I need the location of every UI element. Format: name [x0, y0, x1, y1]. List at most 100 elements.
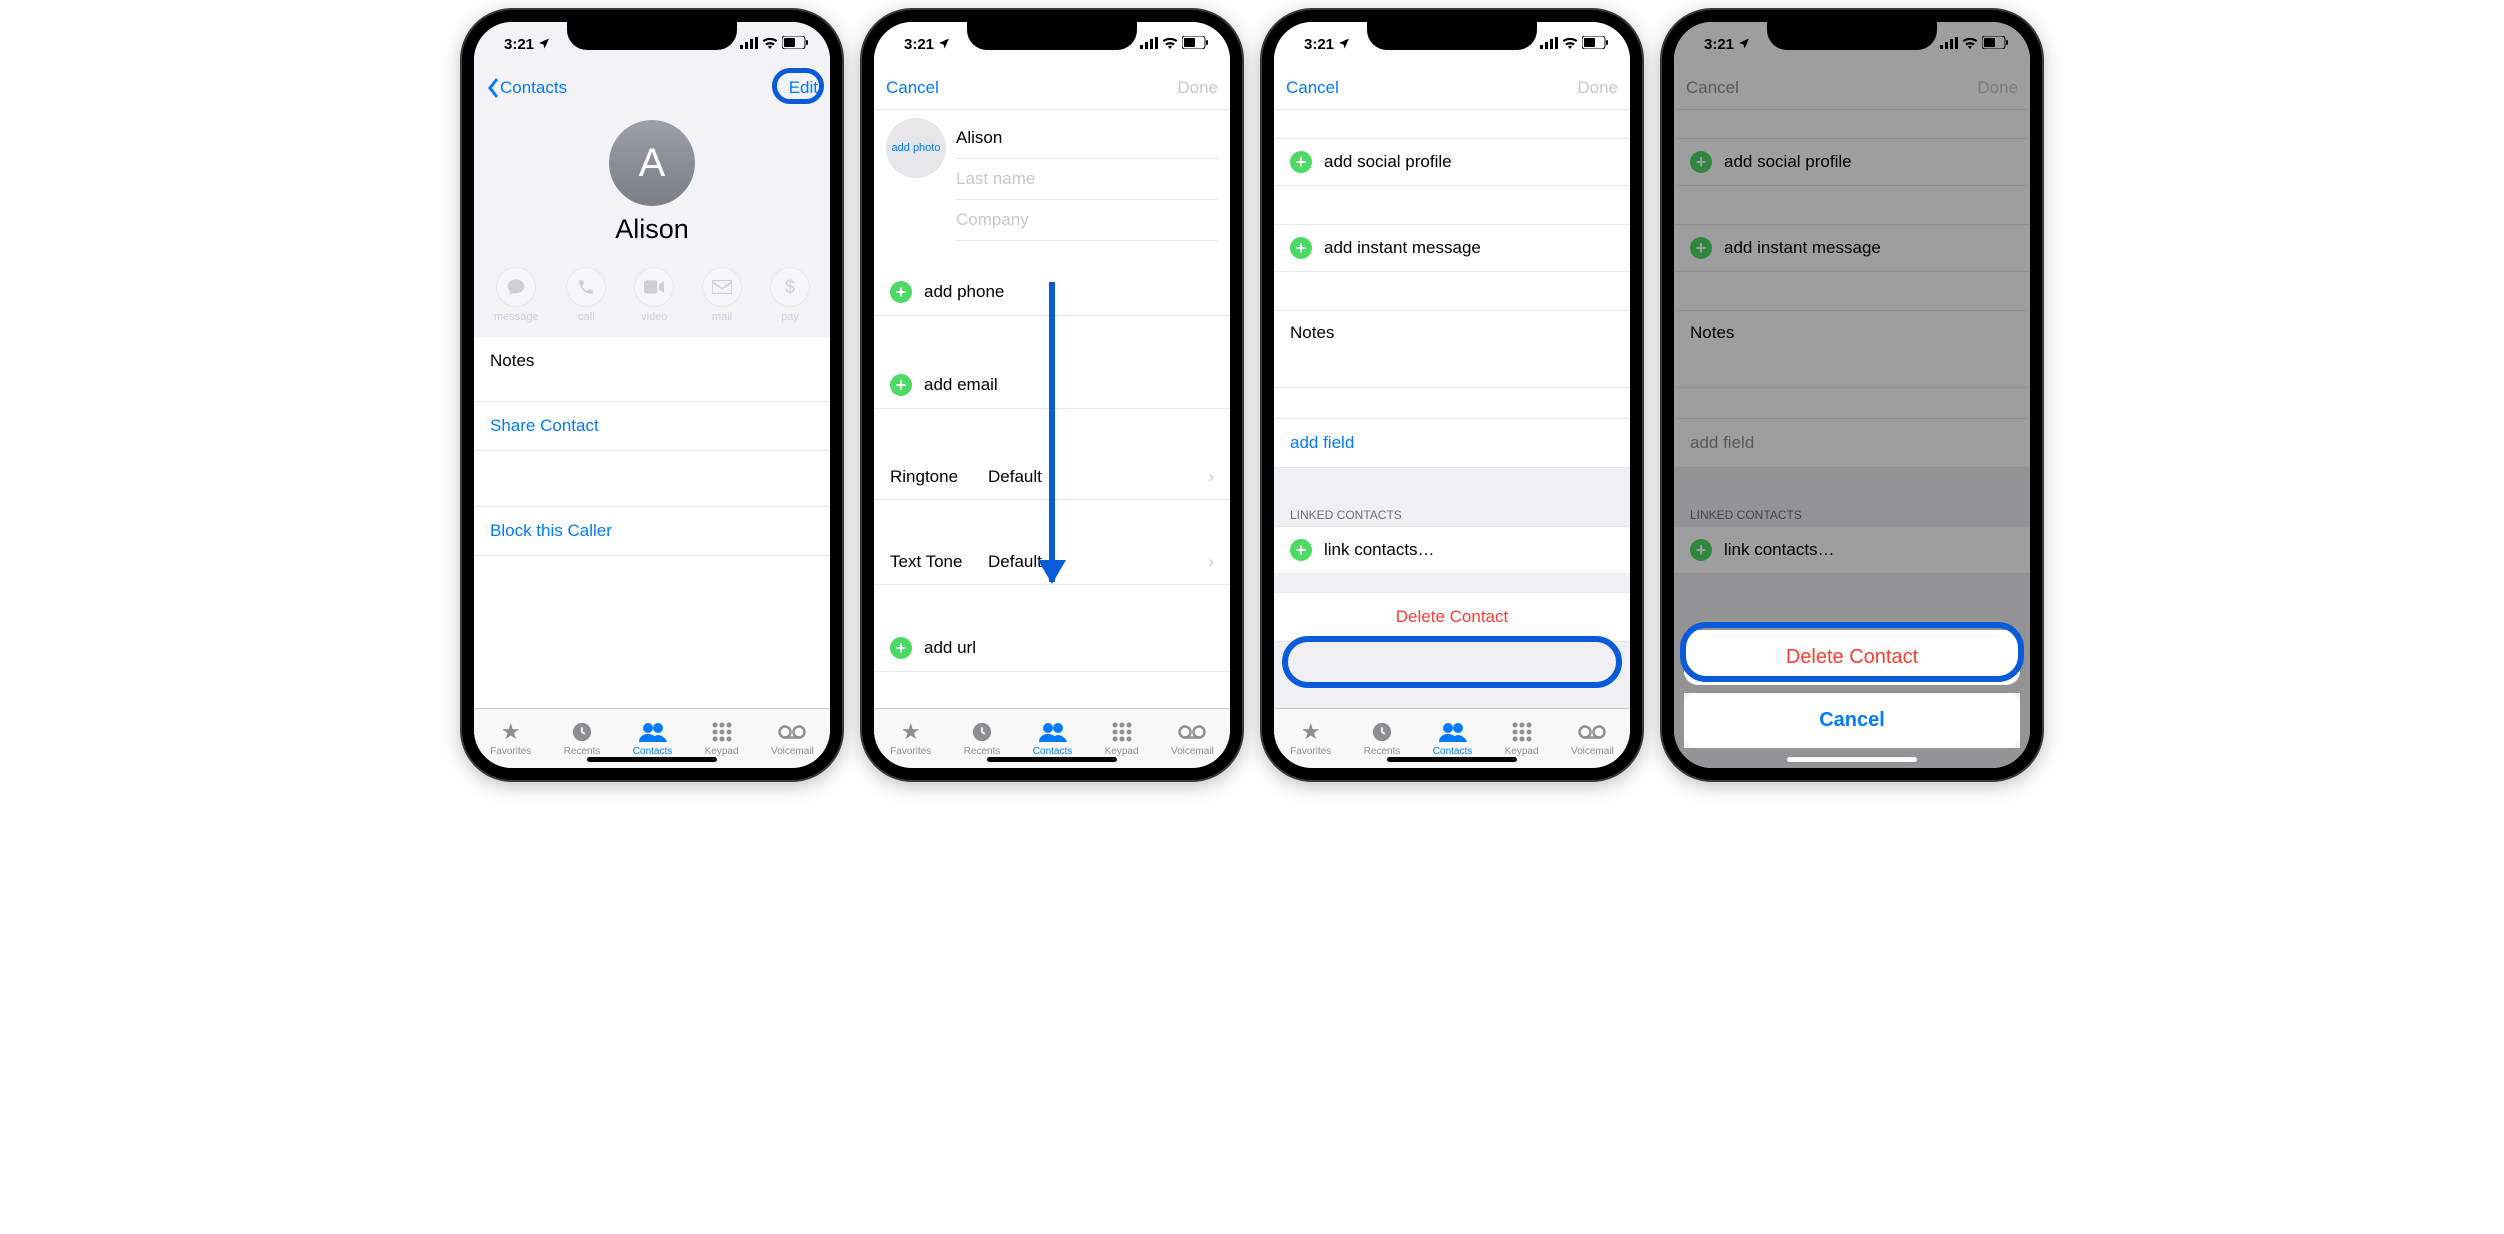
- tab-contacts[interactable]: Contacts: [633, 720, 672, 757]
- status-time: 3:21: [904, 36, 934, 53]
- tab-recents[interactable]: Recents: [964, 720, 1001, 757]
- done-button[interactable]: Done: [1577, 78, 1618, 98]
- content-area: Notes Share Contact Block this Caller: [474, 337, 830, 708]
- tab-recents[interactable]: Recents: [1364, 720, 1401, 757]
- notes-field[interactable]: Notes: [1274, 310, 1630, 388]
- add-field-row[interactable]: add field: [1274, 418, 1630, 468]
- phone-frame-3: 3:21 Cancel Done +add social profile +ad…: [1262, 10, 1642, 780]
- action-row: message call video mail $: [474, 259, 830, 337]
- company-field[interactable]: Company: [956, 200, 1218, 241]
- battery-icon: [782, 36, 808, 53]
- first-name-field[interactable]: Alison: [956, 118, 1218, 159]
- action-message[interactable]: message: [494, 267, 539, 323]
- phone-frame-2: 3:21 Cancel Done add photo Alison Last n…: [862, 10, 1242, 780]
- star-icon: ★: [901, 720, 921, 744]
- contact-header: A Alison: [474, 110, 830, 259]
- home-indicator[interactable]: [987, 757, 1117, 762]
- dollar-icon: $: [770, 267, 810, 307]
- chevron-right-icon: ›: [1208, 467, 1214, 487]
- block-caller[interactable]: Block this Caller: [474, 507, 830, 556]
- location-icon: [538, 36, 550, 53]
- sheet-delete-button[interactable]: Delete Contact: [1684, 630, 2020, 685]
- tab-voicemail[interactable]: Voicemail: [1171, 720, 1214, 757]
- voicemail-icon: [778, 720, 806, 744]
- contact-name: Alison: [474, 214, 830, 245]
- battery-icon: [1582, 36, 1608, 53]
- notch: [1367, 22, 1537, 50]
- back-button[interactable]: Contacts: [486, 78, 567, 98]
- action-video[interactable]: video: [634, 267, 674, 323]
- link-contacts-row[interactable]: +link contacts…: [1274, 526, 1630, 574]
- nav-bar: Cancel Done: [874, 66, 1230, 110]
- plus-icon: +: [1290, 237, 1312, 259]
- add-instant-message[interactable]: +add instant message: [1274, 224, 1630, 272]
- keypad-icon: [1512, 720, 1532, 744]
- tab-contacts[interactable]: Contacts: [1033, 720, 1072, 757]
- tab-voicemail[interactable]: Voicemail: [771, 720, 814, 757]
- phone-icon: [566, 267, 606, 307]
- clock-icon: [971, 720, 993, 744]
- share-contact[interactable]: Share Contact: [474, 402, 830, 451]
- voicemail-icon: [1578, 720, 1606, 744]
- location-icon: [938, 36, 950, 53]
- mail-icon: [702, 267, 742, 307]
- edit-button[interactable]: Edit: [789, 78, 818, 98]
- tab-favorites[interactable]: ★Favorites: [1290, 720, 1331, 757]
- plus-icon: +: [890, 637, 912, 659]
- video-icon: [634, 267, 674, 307]
- wifi-icon: [762, 36, 778, 53]
- scroll-down-arrow: [1049, 282, 1055, 582]
- home-indicator[interactable]: [587, 757, 717, 762]
- done-button[interactable]: Done: [1177, 78, 1218, 98]
- notch: [967, 22, 1137, 50]
- action-pay[interactable]: $ pay: [770, 267, 810, 323]
- tab-favorites[interactable]: ★Favorites: [890, 720, 931, 757]
- star-icon: ★: [1301, 720, 1321, 744]
- signal-icon: [1540, 36, 1558, 53]
- add-photo-button[interactable]: add photo: [886, 118, 946, 178]
- tab-keypad[interactable]: Keypad: [1105, 720, 1139, 757]
- add-social-profile[interactable]: +add social profile: [1274, 138, 1630, 186]
- battery-icon: [1182, 36, 1208, 53]
- cancel-button[interactable]: Cancel: [1286, 78, 1339, 98]
- chevron-right-icon: ›: [1208, 552, 1214, 572]
- phone-frame-1: 3:21 Contacts Edit A Alison: [462, 10, 842, 780]
- content-area: +add social profile +add instant message…: [1274, 110, 1630, 708]
- nav-bar: Contacts Edit: [474, 66, 830, 110]
- wifi-icon: [1162, 36, 1178, 53]
- tab-keypad[interactable]: Keypad: [705, 720, 739, 757]
- home-indicator[interactable]: [1787, 757, 1917, 762]
- add-url-row[interactable]: +add url: [874, 625, 1230, 672]
- action-sheet: Delete Contact Cancel: [1684, 630, 2020, 748]
- plus-icon: +: [890, 281, 912, 303]
- sheet-cancel-button[interactable]: Cancel: [1684, 693, 2020, 748]
- notes-cell[interactable]: Notes: [474, 337, 830, 402]
- delete-contact-button[interactable]: Delete Contact: [1274, 592, 1630, 642]
- tab-recents[interactable]: Recents: [564, 720, 601, 757]
- tab-keypad[interactable]: Keypad: [1505, 720, 1539, 757]
- tab-voicemail[interactable]: Voicemail: [1571, 720, 1614, 757]
- location-icon: [1338, 36, 1350, 53]
- action-call[interactable]: call: [566, 267, 606, 323]
- message-icon: [496, 267, 536, 307]
- star-icon: ★: [501, 720, 521, 744]
- plus-icon: +: [1290, 539, 1312, 561]
- cancel-button[interactable]: Cancel: [886, 78, 939, 98]
- plus-icon: +: [1290, 151, 1312, 173]
- nav-bar: Cancel Done: [1274, 66, 1630, 110]
- status-time: 3:21: [504, 36, 534, 53]
- signal-icon: [1140, 36, 1158, 53]
- home-indicator[interactable]: [1387, 757, 1517, 762]
- notch: [567, 22, 737, 50]
- tab-favorites[interactable]: ★Favorites: [490, 720, 531, 757]
- voicemail-icon: [1178, 720, 1206, 744]
- tab-contacts[interactable]: Contacts: [1433, 720, 1472, 757]
- last-name-field[interactable]: Last name: [956, 159, 1218, 200]
- linked-contacts-header: LINKED CONTACTS: [1274, 500, 1630, 526]
- keypad-icon: [712, 720, 732, 744]
- action-mail[interactable]: mail: [702, 267, 742, 323]
- notch: [1767, 22, 1937, 50]
- avatar[interactable]: A: [609, 120, 695, 206]
- clock-icon: [571, 720, 593, 744]
- signal-icon: [740, 36, 758, 53]
